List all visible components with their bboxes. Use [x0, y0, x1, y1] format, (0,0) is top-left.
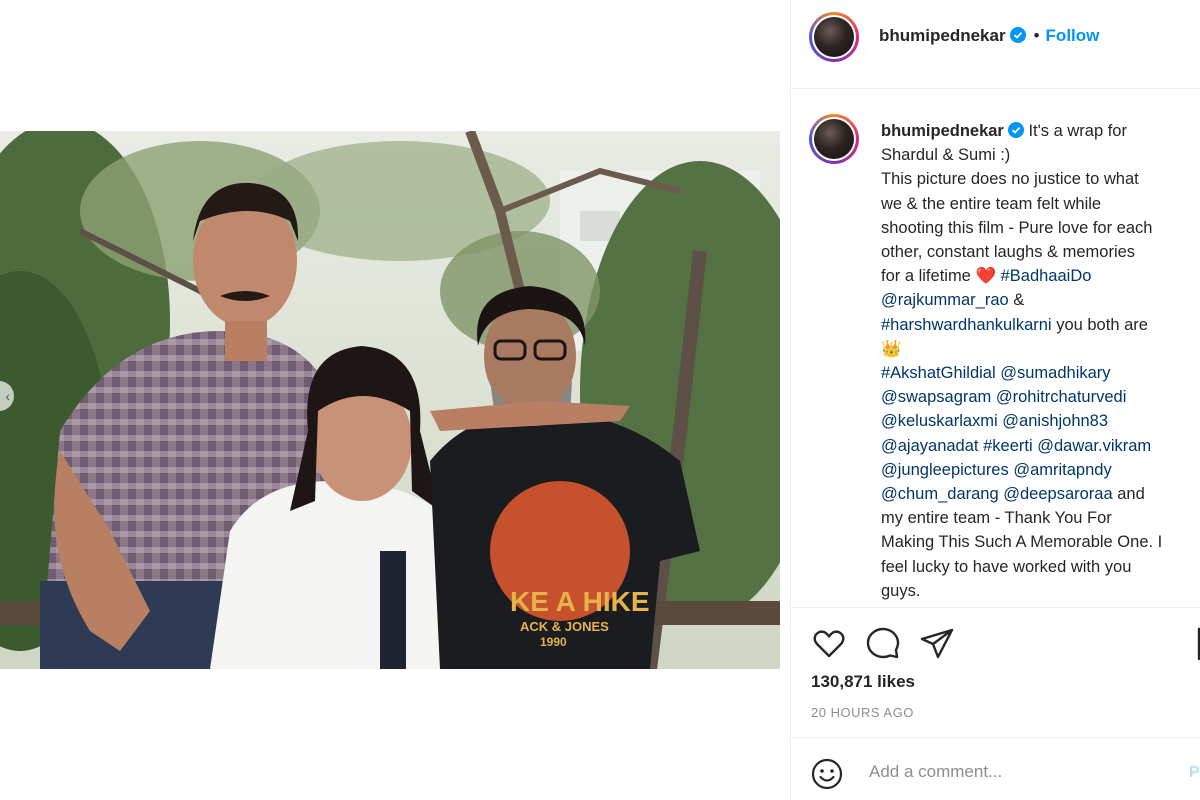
- verified-badge-icon: [1007, 122, 1024, 138]
- caption-avatar[interactable]: [809, 114, 859, 164]
- mention-link[interactable]: @rajkummar_rao: [881, 291, 1009, 309]
- caption-text: &: [1013, 291, 1025, 310]
- crown-emoji: 👑: [881, 339, 902, 358]
- heart-icon[interactable]: [811, 626, 847, 662]
- tag-link[interactable]: @swapsagram: [881, 388, 991, 406]
- post-sidebar: bhumipednekar • Follow bhumipednekar It's …: [790, 0, 1200, 800]
- comment-input[interactable]: [867, 758, 1151, 786]
- caption-text: you both are: [1056, 315, 1148, 334]
- separator-dot: •: [1033, 26, 1040, 45]
- tag-link[interactable]: @sumadhikary: [1000, 364, 1110, 382]
- caption-text: It's a wrap for Shardul & Sumi :) This p…: [881, 122, 1153, 286]
- post-comment-button[interactable]: Post: [1189, 764, 1200, 782]
- username-link[interactable]: bhumipednekar: [879, 26, 1006, 45]
- svg-text:KE A HIKE: KE A HIKE: [510, 586, 650, 617]
- caption-area: bhumipednekar It's a wrap for Shardul & …: [791, 89, 1200, 607]
- post-photo-image: KE A HIKE ACK & JONES 1990: [0, 131, 780, 669]
- verified-badge-icon: [1009, 27, 1026, 43]
- post-actions: 130,871 likes 20 HOURS AGO: [791, 607, 1200, 738]
- tag-link[interactable]: @dawar.vikram: [1037, 437, 1151, 455]
- tag-link[interactable]: #AkshatGhildial: [881, 364, 996, 382]
- post-header: bhumipednekar • Follow: [791, 0, 1200, 89]
- tag-link[interactable]: @ajayanadat: [881, 437, 979, 455]
- tag-link[interactable]: @amritapndy: [1013, 461, 1111, 479]
- likes-count[interactable]: 130,871 likes: [811, 672, 915, 692]
- share-icon[interactable]: [919, 626, 955, 662]
- avatar[interactable]: [809, 12, 859, 62]
- svg-text:ACK & JONES: ACK & JONES: [520, 619, 609, 634]
- tag-link[interactable]: #keerti: [983, 437, 1033, 455]
- hashtag-link[interactable]: #harshwardhankulkarni: [881, 316, 1052, 334]
- tag-link[interactable]: @deepsaroraa: [1003, 485, 1112, 503]
- tag-link[interactable]: @jungleepictures: [881, 461, 1009, 479]
- tag-link[interactable]: @chum_darang: [881, 485, 999, 503]
- svg-text:1990: 1990: [540, 635, 567, 649]
- follow-button[interactable]: Follow: [1046, 26, 1100, 45]
- tag-link[interactable]: @rohitrchaturvedi: [996, 388, 1126, 406]
- comment-bar: Post: [791, 737, 1200, 800]
- header-user: bhumipednekar • Follow: [879, 26, 1099, 46]
- bookmark-icon[interactable]: [1193, 626, 1200, 662]
- heart-emoji: ❤️: [975, 267, 996, 286]
- tag-link[interactable]: @keluskarlaxmi: [881, 412, 998, 430]
- comment-icon[interactable]: [865, 626, 901, 662]
- tag-link[interactable]: @anishjohn83: [1002, 412, 1108, 430]
- hashtag-link[interactable]: #BadhaaiDo: [1001, 267, 1092, 285]
- post-media-pane: KE A HIKE ACK & JONES 1990 ‹: [0, 0, 790, 800]
- post-caption: bhumipednekar It's a wrap for Shardul & …: [881, 119, 1200, 603]
- post-timestamp[interactable]: 20 HOURS AGO: [811, 705, 914, 720]
- emoji-icon[interactable]: [811, 758, 843, 790]
- caption-username-link[interactable]: bhumipednekar: [881, 122, 1004, 140]
- post-photo[interactable]: KE A HIKE ACK & JONES 1990: [0, 131, 780, 669]
